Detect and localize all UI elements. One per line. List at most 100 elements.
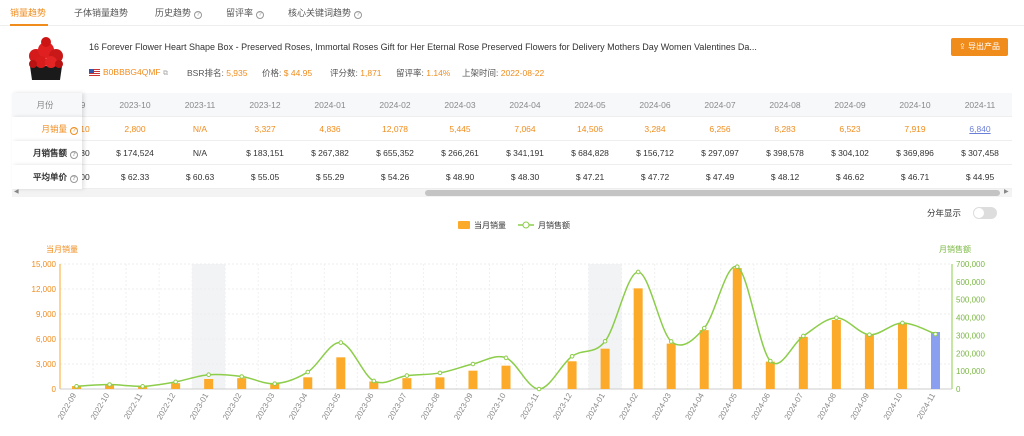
x-tick-label: 2024-07 [783,391,806,421]
sales-bar [831,319,841,389]
sales-bar [336,357,346,389]
row-label-avg-price: 平均单价? [12,165,82,189]
scrollbar-thumb[interactable] [425,190,1000,196]
tab-keyword-trend[interactable]: 核心关键词趋势? [288,6,363,19]
y-left-tick-label: 9,000 [36,310,57,319]
x-tick-label: 2024-05 [717,391,740,421]
sales-cell: N/A [192,124,208,134]
help-icon[interactable]: ? [194,11,203,19]
sales-bar [897,323,907,389]
revenue-point [867,332,872,337]
sales-cell: 2,800 [124,124,146,134]
revenue-point [767,358,773,364]
sales-chart: 0 3,000 6,000 9,000 12,000 15,000 0 100,000 200,… [32,220,986,421]
sales-bar [930,332,940,389]
revenue-point [305,369,311,375]
y-right-tick-label: 100,000 [956,367,985,376]
month-cell: 2023-10 [119,100,151,110]
shaded-band [192,264,226,389]
revenue-cell: $ 266,261 [441,148,479,158]
avg-price-cell: $ 60.63 [185,172,215,182]
y-left-tick-label: 0 [52,385,57,394]
product-image [29,37,63,80]
sales-cell: 4,836 [319,124,341,134]
legend-label-revenue: 月销售额 [538,220,570,230]
revenue-cell: $ 297,097 [701,148,739,158]
y-right-tick-label: 400,000 [956,314,985,323]
x-tick-label: 2023-08 [419,391,442,421]
y-right-tick-label: 300,000 [956,331,985,340]
sales-bar [600,348,610,389]
sales-bar [204,379,214,389]
x-tick-label: 2023-07 [386,391,409,421]
product-title[interactable]: 16 Forever Flower Heart Shape Box - Pres… [89,42,769,52]
tab-sales-trend[interactable]: 销量趋势 [10,6,46,19]
x-tick-label: 2024-02 [617,391,640,421]
x-tick-label: 2024-04 [683,391,706,421]
help-icon[interactable]: ? [70,175,78,183]
review-count: 评分数: 1,871 [330,68,382,78]
tab-review-rate[interactable]: 留评率? [226,6,265,19]
help-icon[interactable]: ? [70,127,78,135]
sales-cell: 5,445 [449,124,471,134]
help-icon[interactable]: ? [70,151,78,159]
row-label-revenue: 月销售额? [12,141,82,165]
sales-bar [237,378,247,389]
table-row-sales: 月销量? 10 2,800 N/A 3,327 4,836 12,078 5,445 7,0… [12,117,1012,141]
x-tick-label: 2023-01 [188,391,211,421]
sales-cell: 14,506 [577,124,603,134]
revenue-cell: $ 183,151 [246,148,284,158]
us-flag-icon [89,69,100,76]
sales-bar [864,334,874,389]
bsr-rank: BSR排名: 5,935 [187,68,248,78]
x-tick-label: 2023-02 [221,391,244,421]
tab-history-trend[interactable]: 历史趋势? [155,6,203,19]
revenue-point [437,370,443,376]
help-icon[interactable]: ? [354,11,363,19]
sales-cell: 3,327 [254,124,276,134]
row-label-month: 月份 [12,93,82,117]
sales-cell: 6,256 [709,124,731,134]
monthly-data-table: 月份 9 2023-10 2023-11 2023-12 2024-01 2024-02… [12,93,1012,189]
tab-child-sales-trend[interactable]: 子体销量趋势 [74,6,128,19]
product-asin[interactable]: B0BBBG4QMF ⧉ [89,67,168,78]
revenue-cell: $ 655,352 [376,148,414,158]
sales-bar [402,378,412,389]
revenue-point [173,379,178,385]
y-right-axis-title: 月销售额 [939,244,971,254]
revenue-point [206,372,211,378]
row-label-sales: 月销量? [12,117,82,141]
revenue-point [338,340,344,345]
x-tick-label: 2022-12 [155,391,178,421]
revenue-point [602,338,608,344]
help-icon[interactable]: ? [256,11,265,19]
legend-swatch-sales [458,221,470,229]
export-icon: ⇪ [959,42,968,51]
revenue-cell: $ 156,712 [636,148,674,158]
export-product-button[interactable]: ⇪ 导出产品 [951,38,1008,56]
month-cell: 2024-05 [574,100,606,110]
x-tick-label: 2023-12 [551,391,574,421]
revenue-point [635,269,641,275]
scroll-left-icon[interactable]: ◀ [14,188,19,195]
revenue-point [239,374,245,379]
revenue-point [900,320,905,326]
revenue-point [834,315,839,321]
revenue-cell: $ 307,458 [961,148,999,158]
revenue-cell: $ 341,191 [506,148,544,158]
avg-price-cell: $ 46.71 [900,172,930,182]
month-cell: 2023-11 [184,100,216,110]
avg-price-cell: $ 62.33 [120,172,150,182]
sales-cell[interactable]: 6,840 [949,117,1011,141]
x-tick-label: 2023-05 [320,391,343,421]
scroll-right-icon[interactable]: ▶ [1004,188,1009,195]
sales-cell: 6,523 [839,124,861,134]
x-tick-label: 2024-01 [584,391,607,421]
external-link-icon[interactable]: ⧉ [163,70,168,77]
x-tick-label: 2024-03 [650,391,673,421]
price: 价格: $ 44.95 [262,68,313,78]
x-tick-label: 2023-11 [519,391,541,421]
revenue-point [74,384,79,389]
sales-bar [468,370,478,389]
revenue-point [107,382,112,387]
